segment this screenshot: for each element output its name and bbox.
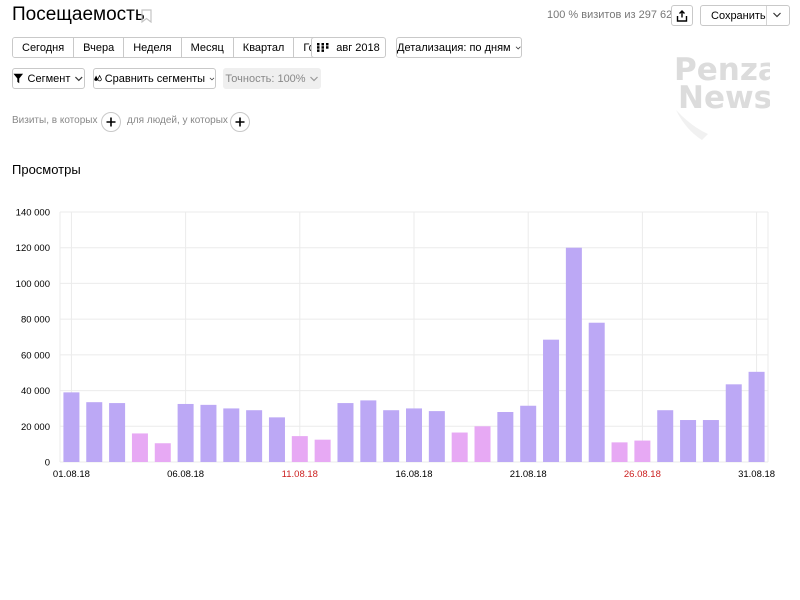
bar-16.08.18[interactable]: [406, 408, 422, 462]
x-tick-label: 06.08.18: [167, 469, 204, 480]
chevron-down-icon: [75, 76, 83, 81]
bar-19.08.18[interactable]: [474, 426, 491, 462]
people-filter-label: для людей, у которых: [127, 115, 228, 126]
y-tick-label: 120 000: [16, 243, 50, 254]
bar-04.08.18[interactable]: [131, 433, 148, 462]
detail-dropdown[interactable]: Детализация: по дням: [396, 37, 522, 58]
y-tick-label: 40 000: [21, 386, 50, 397]
visits-info: 100 % визитов из 297 623: [547, 9, 679, 21]
x-tick-label: 16.08.18: [396, 469, 433, 480]
bar-22.08.18[interactable]: [543, 339, 560, 462]
segment-label: Сегмент: [27, 72, 71, 85]
save-separator: [766, 6, 767, 25]
bar-17.08.18[interactable]: [428, 411, 445, 462]
bar-12.08.18[interactable]: [314, 439, 331, 462]
detail-label: Детализация: по дням: [397, 41, 511, 54]
plus-icon: [235, 117, 245, 127]
chart-title: Просмотры: [12, 162, 81, 177]
date-range-button[interactable]: авг 2018: [311, 37, 386, 58]
bar-27.08.18[interactable]: [657, 410, 674, 462]
bar-15.08.18[interactable]: [383, 410, 400, 462]
x-tick-label: 01.08.18: [53, 469, 90, 480]
bar-02.08.18[interactable]: [86, 402, 103, 462]
bar-24.08.18[interactable]: [588, 322, 605, 462]
y-tick-label: 20 000: [21, 422, 50, 433]
bar-21.08.18[interactable]: [520, 405, 537, 462]
filter-icon: [13, 73, 24, 84]
watermark-line2: News: [678, 80, 770, 116]
x-tick-label: 21.08.18: [510, 469, 547, 480]
y-tick-label: 60 000: [21, 350, 50, 361]
save-button-label: Сохранить: [711, 9, 766, 22]
bar-29.08.18[interactable]: [702, 420, 719, 462]
add-people-condition-button[interactable]: [230, 112, 250, 132]
bar-09.08.18[interactable]: [246, 410, 263, 462]
bar-03.08.18[interactable]: [109, 403, 126, 462]
calendar-icon: [317, 43, 329, 52]
x-tick-label: 31.08.18: [738, 469, 775, 480]
bar-25.08.18[interactable]: [611, 442, 628, 462]
pageviews-bar-chart: 0 20 000 40 000 60 000 80 000 100 000 120 000 1…: [16, 208, 775, 481]
y-tick-label: 140 000: [16, 208, 50, 219]
bar-11.08.18[interactable]: [291, 436, 308, 462]
chevron-down-icon: [515, 45, 521, 49]
bar-08.08.18[interactable]: [223, 408, 240, 462]
bar-05.08.18[interactable]: [154, 443, 171, 462]
y-tick-label: 0: [45, 458, 50, 469]
plus-icon: [106, 117, 116, 127]
segment-dropdown[interactable]: Сегмент: [12, 68, 85, 89]
chevron-down-icon: [209, 77, 215, 80]
share-button[interactable]: [671, 5, 693, 26]
add-visit-condition-button[interactable]: [101, 112, 121, 132]
compare-segments-icon: [94, 74, 102, 82]
compare-segments-dropdown[interactable]: Сравнить сегменты: [93, 68, 216, 89]
share-icon: [676, 9, 688, 22]
bar-06.08.18[interactable]: [177, 403, 194, 462]
bar-14.08.18[interactable]: [360, 400, 377, 462]
bar-18.08.18[interactable]: [451, 432, 468, 462]
period-month-button[interactable]: Месяц: [181, 38, 234, 57]
date-range-label: авг 2018: [336, 41, 380, 54]
bar-10.08.18[interactable]: [268, 417, 285, 462]
bar-28.08.18[interactable]: [680, 420, 697, 462]
precision-dropdown[interactable]: Точность: 100%: [223, 68, 321, 89]
bar-20.08.18[interactable]: [497, 412, 514, 462]
period-quarter-button[interactable]: Квартал: [233, 38, 295, 57]
period-selector: Сегодня Вчера Неделя Месяц Квартал Год: [12, 37, 331, 58]
x-tick-label: 11.08.18: [282, 469, 318, 480]
precision-label: Точность: 100%: [225, 72, 306, 85]
bar-13.08.18[interactable]: [337, 403, 354, 462]
chevron-down-icon[interactable]: [772, 11, 782, 19]
bar-23.08.18[interactable]: [565, 247, 582, 462]
y-tick-label: 80 000: [21, 315, 50, 326]
penza-news-watermark: Penza News: [674, 52, 770, 140]
visits-filter-label: Визиты, в которых: [12, 115, 98, 126]
chevron-down-icon: [309, 76, 318, 81]
y-tick-label: 100 000: [16, 279, 50, 290]
period-week-button[interactable]: Неделя: [124, 38, 182, 57]
page-title: Посещаемость: [12, 4, 145, 25]
bar-01.08.18[interactable]: [63, 392, 80, 462]
period-today-button[interactable]: Сегодня: [13, 38, 75, 57]
compare-segments-label: Сравнить сегменты: [104, 72, 206, 85]
period-yesterday-button[interactable]: Вчера: [74, 38, 125, 57]
bar-26.08.18[interactable]: [634, 440, 651, 462]
bar-30.08.18[interactable]: [725, 384, 742, 462]
bar-07.08.18[interactable]: [200, 404, 217, 462]
x-tick-label: 26.08.18: [624, 469, 661, 480]
bookmark-icon[interactable]: [141, 9, 152, 23]
bar-31.08.18[interactable]: [748, 371, 765, 462]
